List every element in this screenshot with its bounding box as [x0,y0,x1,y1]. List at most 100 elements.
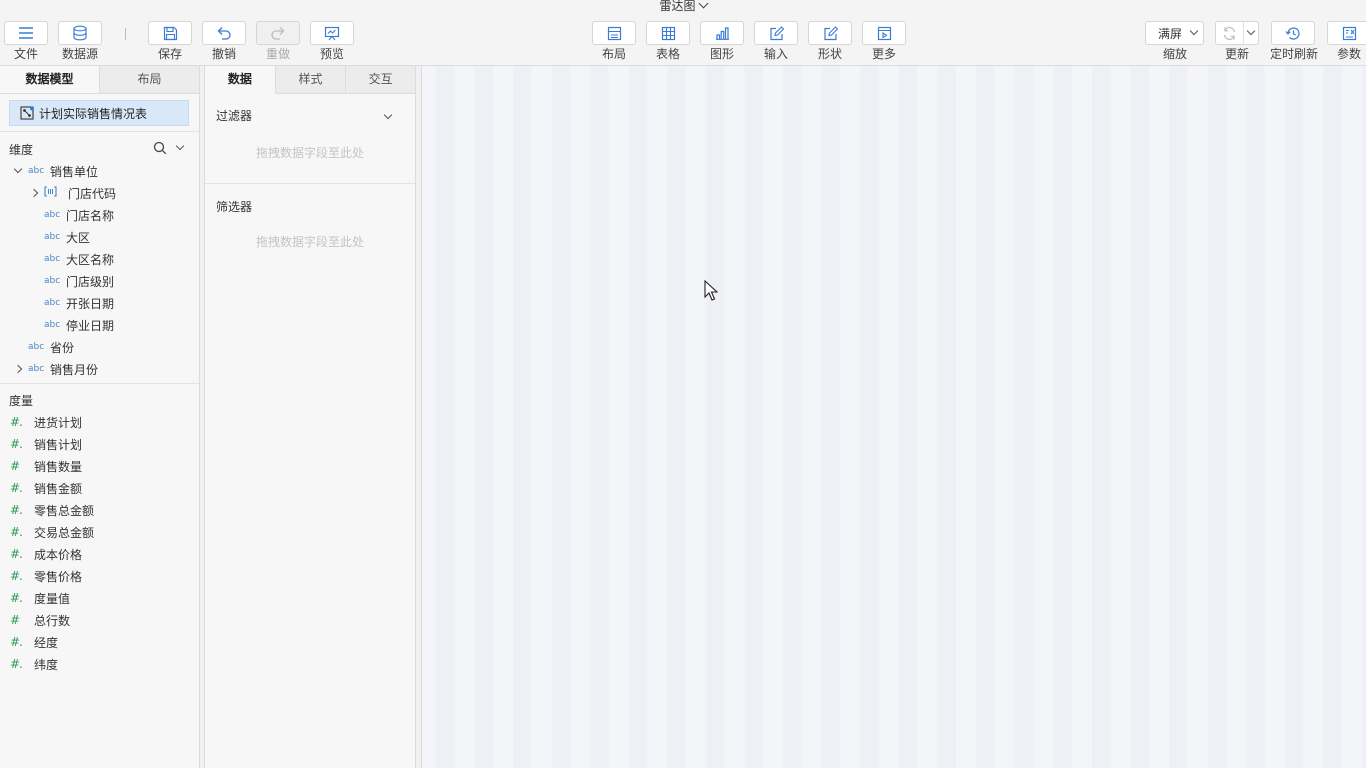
dimension-item[interactable]: abc 大区 [0,226,199,248]
edit-icon [769,25,784,40]
menu-icon [19,27,33,39]
table-label: 表格 [655,47,680,61]
dimension-item[interactable]: abc 门店名称 [0,204,199,226]
key-field-icon [44,186,68,200]
preview-icon [324,26,340,40]
dimension-item[interactable]: abc 停业日期 [0,314,199,336]
refresh-icon [1223,26,1236,40]
params-label: 参数 [1336,47,1361,61]
timed-refresh-label: 定时刷新 [1270,47,1319,61]
text-type-icon: abc [44,276,61,286]
tab-data[interactable]: 数据 [205,66,276,94]
dimension-title: 维度 [9,142,34,157]
document-title-dropdown[interactable]: 雷达图 [0,0,1366,14]
text-type-icon: abc [44,254,61,264]
refresh-button[interactable]: 更新 [1215,21,1259,61]
save-label: 保存 [157,47,182,61]
data-model-panel: 数据模型 布局 计划实际销售情况表 维度 abc 销售单位 门店代码 abc 门… [0,66,200,768]
measure-item[interactable]: #. 度量值 [0,587,199,609]
shape-button[interactable]: 形状 [807,21,853,61]
toolbar-divider [125,28,126,40]
measure-label: 交易总金额 [34,525,95,540]
datasource-label: 数据源 [61,47,98,61]
zoom-select[interactable]: 满屏 缩放 [1145,21,1205,61]
dimension-item[interactable]: abc 销售单位 [0,160,199,182]
save-button[interactable]: 保存 [147,21,193,61]
dimension-label: 开张日期 [66,296,115,311]
measure-item[interactable]: #. 零售总金额 [0,499,199,521]
document-title: 雷达图 [659,0,696,13]
chevron-down-icon[interactable] [383,110,393,120]
measure-item[interactable]: #. 纬度 [0,653,199,675]
redo-label: 重做 [265,47,290,61]
layout-button[interactable]: 布局 [591,21,637,61]
measure-label: 纬度 [34,657,59,672]
measure-item[interactable]: #. 零售价格 [0,565,199,587]
more-button[interactable]: 更多 [861,21,907,61]
measure-label: 总行数 [34,613,71,628]
measure-item[interactable]: #. 销售计划 [0,433,199,455]
dimension-item[interactable]: abc 门店级别 [0,270,199,292]
data-model-item[interactable]: 计划实际销售情况表 [9,100,189,126]
dimension-item[interactable]: abc 大区名称 [0,248,199,270]
table-button[interactable]: 表格 [645,21,691,61]
layout-icon [607,26,621,40]
measure-item[interactable]: # 总行数 [0,609,199,631]
layout-label: 布局 [601,47,626,61]
number-type-icon: #. [10,415,23,429]
number-type-icon: #. [10,481,23,495]
measure-title: 度量 [9,393,34,408]
measure-item[interactable]: #. 经度 [0,631,199,653]
input-button[interactable]: 输入 [753,21,799,61]
dimension-item[interactable]: abc 开张日期 [0,292,199,314]
dimension-item[interactable]: abc 省份 [0,336,199,358]
chevron-down-icon[interactable] [175,141,185,151]
measure-label: 度量值 [34,591,71,606]
dimension-label: 门店级别 [66,274,115,289]
preview-button[interactable]: 预览 [309,21,355,61]
mouse-cursor-icon [704,280,718,301]
measure-label: 销售计划 [34,437,83,452]
dimension-item[interactable]: 门店代码 [0,182,199,204]
tab-data-model[interactable]: 数据模型 [0,66,99,93]
measure-item[interactable]: #. 进货计划 [0,411,199,433]
params-button[interactable]: 参数 [1326,21,1366,61]
chevron-right-icon[interactable] [29,188,39,198]
file-label: 文件 [13,47,38,61]
design-canvas[interactable] [423,66,1366,768]
measure-item[interactable]: #. 成本价格 [0,543,199,565]
search-icon[interactable] [153,141,167,155]
table-icon [661,26,675,40]
chevron-down-icon [698,0,708,9]
undo-button[interactable]: 撤销 [201,21,247,61]
redo-button[interactable]: 重做 [255,21,301,61]
measure-item[interactable]: #. 销售金额 [0,477,199,499]
file-button[interactable]: 文件 [3,21,49,61]
dimension-label: 停业日期 [66,318,115,333]
bar-chart-icon [715,27,729,40]
timed-refresh-button[interactable]: 定时刷新 [1270,21,1319,61]
text-type-icon: abc [44,232,61,242]
chart-button[interactable]: 图形 [699,21,745,61]
chevron-down-icon[interactable] [13,164,23,174]
measure-item[interactable]: #. 交易总金额 [0,521,199,543]
measure-label: 进货计划 [34,415,83,430]
selector-dropzone[interactable]: 拖拽数据字段至此处 [205,233,415,250]
text-type-icon: abc [28,342,45,352]
measure-item[interactable]: # 销售数量 [0,455,199,477]
filter-dropzone[interactable]: 拖拽数据字段至此处 [205,144,415,161]
tab-style[interactable]: 样式 [275,66,347,94]
datasource-button[interactable]: 数据源 [57,21,103,61]
dimension-item[interactable]: abc 销售月份 [0,358,199,380]
shape-icon [823,25,838,40]
chevron-down-icon[interactable] [1246,26,1256,36]
panel-splitter[interactable] [416,66,422,768]
dimension-label: 销售月份 [50,362,99,377]
selector-section: 筛选器 拖拽数据字段至此处 [205,184,415,274]
number-type-icon: #. [10,635,23,649]
chevron-right-icon[interactable] [13,364,23,374]
tab-interaction[interactable]: 交互 [346,66,416,94]
number-type-icon: #. [10,591,23,605]
save-icon [163,26,177,40]
tab-layout[interactable]: 布局 [99,66,199,93]
